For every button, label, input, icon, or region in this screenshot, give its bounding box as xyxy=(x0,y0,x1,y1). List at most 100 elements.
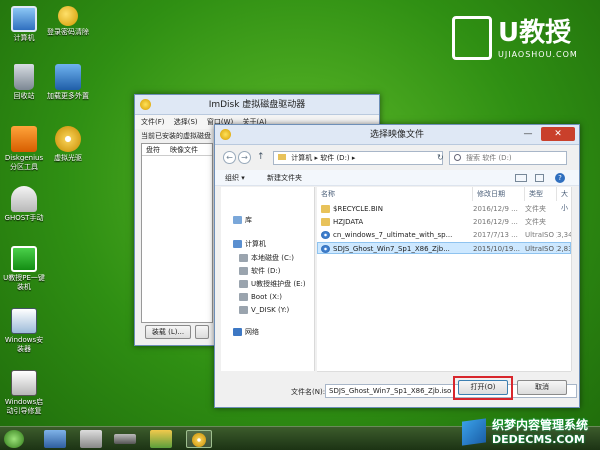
breadcrumb-computer[interactable]: 计算机 xyxy=(291,154,312,162)
nav-computer[interactable]: 计算机 xyxy=(233,239,266,249)
nav-drive-c[interactable]: 本地磁盘 (C:) xyxy=(239,253,294,263)
folder-icon xyxy=(321,218,330,226)
dialog-app-icon xyxy=(220,129,231,140)
desktop-icon-load-external[interactable]: 加载更多外置 xyxy=(46,64,90,101)
iso-file-icon xyxy=(321,231,330,239)
column-type[interactable]: 类型 xyxy=(525,187,557,201)
imdisk-list-caption: 当前已安装的虚拟磁盘 xyxy=(141,132,211,140)
start-button[interactable] xyxy=(4,430,24,448)
open-button[interactable]: 打开(O) xyxy=(458,380,508,395)
imdisk-title: ImDisk 虚拟磁盘驱动器 xyxy=(208,100,306,110)
library-icon xyxy=(233,216,242,224)
dedecms-watermark: 织梦内容管理系统 DEDECMS.COM xyxy=(458,414,600,450)
navigation-pane[interactable]: 库 计算机 本地磁盘 (C:) 软件 (D:) U教授维护盘 (E:) Boot… xyxy=(221,187,315,371)
search-icon xyxy=(454,154,461,161)
desktop-icon-diskgenius[interactable]: Diskgenius分区工具 xyxy=(2,126,46,172)
file-row[interactable]: $RECYCLE.BIN 2016/12/9 ... 文件夹 xyxy=(317,203,571,215)
dialog-toolbar: 组织 ▾ 新建文件夹 ? xyxy=(215,170,579,186)
desktop-icon-pe-install[interactable]: U教授PE一键装机 xyxy=(2,246,46,292)
column-name[interactable]: 名称 xyxy=(317,187,473,201)
watermark-line1: 织梦内容管理系统 xyxy=(492,418,589,432)
ujiaoshou-logo: U教授 UJIAOSHOU.COM xyxy=(452,16,588,66)
organize-button[interactable]: 组织 ▾ xyxy=(225,170,245,186)
taskbar-disc-icon[interactable] xyxy=(186,430,212,448)
column-date[interactable]: 修改日期 xyxy=(473,187,525,201)
taskbar-monitor-icon[interactable] xyxy=(44,430,66,448)
logo-url: UJIAOSHOU.COM xyxy=(498,50,578,59)
column-size[interactable]: 大小 xyxy=(557,187,571,212)
nav-drive-y[interactable]: V_DISK (Y:) xyxy=(239,305,289,315)
drive-icon xyxy=(239,254,248,262)
imdisk-second-button[interactable] xyxy=(195,325,209,339)
taskbar-puzzle-icon[interactable] xyxy=(150,430,172,448)
dialog-minimize-button[interactable]: — xyxy=(517,127,539,141)
watermark-line2: DEDECMS.COM xyxy=(492,433,585,446)
file-row[interactable]: cn_windows_7_ultimate_with_sp... 2017/7/… xyxy=(317,229,571,241)
pe-install-icon xyxy=(11,246,37,272)
taskbar-toolbox-icon[interactable] xyxy=(80,430,102,448)
imdisk-disk-list[interactable]: 盘符 映像文件 xyxy=(141,143,213,323)
desktop-icon-boot-repair[interactable]: Windows启动引导修复 xyxy=(2,370,46,416)
file-list[interactable]: 名称 修改日期 类型 大小 $RECYCLE.BIN 2016/12/9 ...… xyxy=(317,187,571,371)
nav-library[interactable]: 库 xyxy=(233,215,252,225)
drive-icon xyxy=(239,267,248,275)
recycle-bin-icon xyxy=(14,64,34,90)
desktop-icon-recycle-bin[interactable]: 回收站 xyxy=(2,64,46,101)
file-list-horizontal-scrollbar[interactable] xyxy=(317,371,571,379)
logo-brand: U教授 xyxy=(498,18,572,48)
disc-icon xyxy=(55,126,81,152)
nav-network[interactable]: 网络 xyxy=(233,327,259,337)
imdisk-titlebar[interactable]: ImDisk 虚拟磁盘驱动器 xyxy=(135,95,379,115)
file-list-vertical-scrollbar[interactable] xyxy=(571,187,579,371)
desktop-icon-windows-installer[interactable]: Windows安装器 xyxy=(2,308,46,354)
file-row[interactable]: HZJDATA 2016/12/9 ... 文件夹 xyxy=(317,216,571,228)
imdisk-load-button[interactable]: 装载 (L)... xyxy=(145,325,191,339)
help-icon[interactable]: ? xyxy=(555,173,565,183)
new-folder-button[interactable]: 新建文件夹 xyxy=(267,170,302,186)
address-bar[interactable]: 计算机 ▸ 软件 (D:) ▸ xyxy=(273,151,443,165)
taskbar-memory-icon[interactable] xyxy=(114,434,136,444)
desktop-icon-ghost[interactable]: GHOST手动 xyxy=(2,186,46,223)
forward-button[interactable]: → xyxy=(238,151,251,164)
breadcrumb-drive-d[interactable]: 软件 (D:) xyxy=(320,154,349,162)
file-row-selected[interactable]: SDJS_Ghost_Win7_Sp1_X86_Zjb... 2015/10/1… xyxy=(317,242,571,254)
disc-icon xyxy=(192,433,206,447)
preview-pane-icon[interactable] xyxy=(535,174,544,182)
nav-drive-d[interactable]: 软件 (D:) xyxy=(239,266,280,276)
computer-icon xyxy=(11,6,37,32)
filename-label: 文件名(N): xyxy=(291,388,326,396)
up-button[interactable]: ↑ xyxy=(257,151,267,164)
expand-arrows-icon xyxy=(55,64,81,90)
windows-flag-icon xyxy=(462,418,486,446)
drive-icon xyxy=(239,280,248,288)
back-button[interactable]: ← xyxy=(223,151,236,164)
computer-small-icon xyxy=(233,240,242,248)
search-input[interactable]: 搜索 软件 (D:) xyxy=(449,151,567,165)
iso-file-icon xyxy=(321,245,330,253)
diskgenius-icon xyxy=(11,126,37,152)
desktop-icon-password-clear[interactable]: 登录密码清除 xyxy=(46,6,90,37)
desktop-icon-virtual-drive[interactable]: 虚拟光驱 xyxy=(46,126,90,163)
imdisk-menu-select[interactable]: 选择(S) xyxy=(174,118,198,126)
drive-icon xyxy=(239,306,248,314)
select-image-dialog[interactable]: 选择映像文件 — ✕ ← → ↑ 计算机 ▸ 软件 (D:) ▸ ↻ 搜索 软件… xyxy=(214,124,580,408)
logo-mark-icon xyxy=(452,16,492,60)
windows-installer-icon xyxy=(11,308,37,334)
dialog-close-button[interactable]: ✕ xyxy=(541,127,575,141)
drive-icon xyxy=(239,293,248,301)
refresh-button[interactable]: ↻ xyxy=(437,151,447,165)
imdisk-app-icon xyxy=(140,99,151,110)
cancel-button[interactable]: 取消 xyxy=(517,380,567,395)
dialog-title: 选择映像文件 xyxy=(369,130,424,140)
view-options-icon[interactable] xyxy=(515,174,527,182)
key-icon xyxy=(58,6,78,26)
nav-drive-x[interactable]: Boot (X:) xyxy=(239,292,282,302)
ghost-icon xyxy=(11,186,37,212)
breadcrumb-separator: ▸ xyxy=(351,154,356,162)
imdisk-menu-file[interactable]: 文件(F) xyxy=(141,118,165,126)
nav-drive-e[interactable]: U教授维护盘 (E:) xyxy=(239,279,306,289)
toolbox-icon xyxy=(11,370,37,396)
dialog-titlebar[interactable]: 选择映像文件 — ✕ xyxy=(215,125,579,145)
network-icon xyxy=(233,328,242,336)
desktop-icon-computer[interactable]: 计算机 xyxy=(2,6,46,43)
